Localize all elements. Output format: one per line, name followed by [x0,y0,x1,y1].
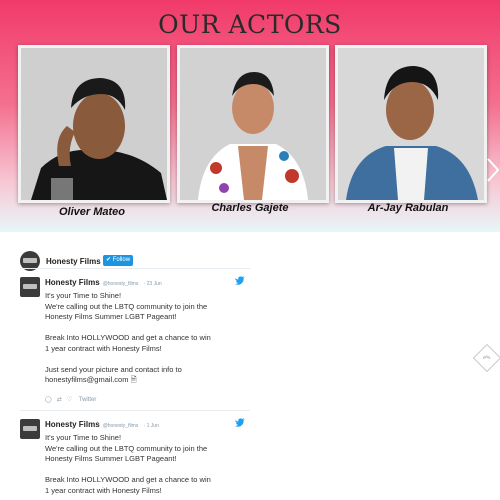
tweet-line: It's your Time to Shine! [45,433,122,442]
reply-icon[interactable]: ◯ [45,397,52,403]
document-icon: 🗎 [130,375,137,384]
actor-photo-1[interactable] [18,45,170,203]
tweet-card[interactable]: Honesty Films @honesty_films · 23 Jun It'… [20,268,250,409]
tweet-line: Honesty Films Summer LGBT Pageant! [45,312,177,321]
actor-name-3: Ar-Jay Rabulan [367,202,449,214]
follow-label: Follow [112,257,131,263]
twitter-bird-icon [235,276,245,285]
actors-hero: OUR ACTORS Oliver Mateo Charles Gajete A… [0,0,500,232]
tweet-line: 1 year contract with Honesty Films! [45,485,162,495]
tweet-email-line: honestyfilms@gmail.com 🗎 [45,375,250,386]
tweet-line: Honesty Films Summer LGBT Pageant! [45,454,177,463]
tweet-author[interactable]: Honesty Films @honesty_films · 1 Jun [45,420,159,429]
tweet-line: Just send your picture and contact info … [45,364,182,374]
double-chevron-up-icon: ︽ [482,351,491,361]
twitter-timeline: Honesty Films ✔ Follow Honesty Films @hon… [15,232,255,500]
tweet-author-name: Honesty Films [45,278,100,287]
tweet-text: It's your Time to Shine! We're calling o… [45,433,250,496]
tweet-handle: @honesty_films [102,281,139,287]
tweet-date[interactable]: · 23 Jun [144,281,162,287]
tweet-text: It's your Time to Shine! We're calling o… [45,291,250,386]
tweet-line: Break Into HOLLYWOOD and get a chance to… [45,333,211,342]
retweet-icon[interactable]: ⇄ [57,397,62,403]
tweet-line: We're calling out the LBTQ community to … [45,443,208,453]
tweet-avatar[interactable] [20,419,40,439]
tweet-line: It's your Time to Shine! [45,291,122,300]
actor-photo-2[interactable] [177,45,329,203]
tweet-handle: @honesty_films [102,423,139,429]
tweet-card[interactable]: Honesty Films @honesty_films · 1 Jun It's… [20,410,250,500]
twitter-bird-icon [235,418,245,427]
tweet-email-link[interactable]: honestyfilms@gmail.com [45,375,128,384]
account-name[interactable]: Honesty Films [46,257,101,266]
chevron-right-icon[interactable] [485,157,500,183]
twitter-bird-icon: ✔ [106,257,112,263]
tweet-line: 1 year contract with Honesty Films! [45,343,162,353]
actor-photo-3[interactable] [335,45,487,203]
tweet-line: Break Into HOLLYWOOD and get a chance to… [45,475,211,484]
tweet-author-name: Honesty Films [45,420,100,429]
twitter-link[interactable]: Twitter [79,397,97,403]
like-icon[interactable]: ♡ [67,397,72,403]
actor-name-2: Charles Gajete [211,202,289,214]
follow-button[interactable]: ✔ Follow [103,255,134,266]
tweet-line: We're calling out the LBTQ community to … [45,301,208,311]
tweet-avatar[interactable] [20,277,40,297]
tweet-date[interactable]: · 1 Jun [144,423,159,429]
scroll-to-top-button[interactable]: ︽ [472,343,500,373]
section-title: OUR ACTORS [158,10,342,39]
actor-name-1: Oliver Mateo [58,206,126,218]
tweet-author[interactable]: Honesty Films @honesty_films · 23 Jun [45,278,162,287]
tweet-actions: ◯ ⇄ ♡ Twitter [45,396,96,403]
